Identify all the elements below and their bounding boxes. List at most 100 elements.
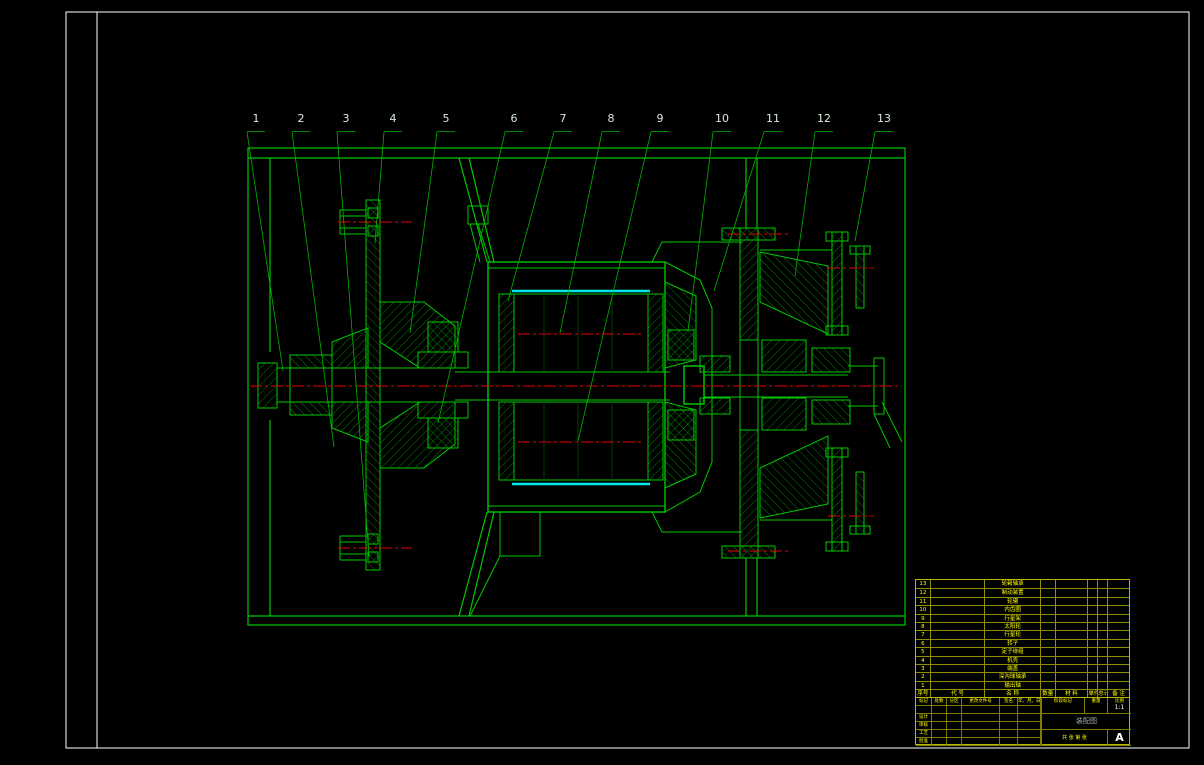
parts-cell (1097, 656, 1107, 664)
parts-cell: 8 (916, 622, 930, 630)
parts-cell (930, 597, 984, 605)
parts-cell: 定子绕组 (984, 647, 1039, 655)
parts-cell (1087, 580, 1097, 588)
parts-cell (1097, 630, 1107, 638)
parts-cell: 11 (916, 597, 930, 605)
title-block-cell (947, 730, 962, 738)
title-block-cell (1018, 738, 1041, 746)
callout-label-11: 11 (766, 113, 780, 125)
parts-cell (1097, 639, 1107, 647)
callout-label-12: 12 (817, 113, 831, 125)
title-block-cell (932, 706, 947, 714)
sheet-count-cell: 共 张 第 张 (1041, 730, 1107, 746)
title-block-cell (1000, 706, 1018, 714)
parts-cell (1107, 656, 1129, 664)
parts-cell (930, 664, 984, 672)
output-shaft (812, 348, 902, 448)
parts-cell (930, 605, 984, 613)
callout-label-9: 9 (657, 113, 664, 125)
title-block-cell: 审核 (916, 722, 932, 730)
callout-label-10: 10 (715, 113, 729, 125)
callout-label-2: 2 (298, 113, 305, 125)
parts-cell (930, 588, 984, 596)
parts-cell (930, 614, 984, 622)
parts-cell (1087, 597, 1097, 605)
parts-row: 12 制动装置 (916, 588, 1129, 596)
parts-cell (1040, 672, 1055, 680)
parts-cell (1107, 639, 1129, 647)
parts-cell (930, 639, 984, 647)
callout-label-3: 3 (343, 113, 350, 125)
callout-label-1: 1 (253, 113, 260, 125)
callout-label-4: 4 (390, 113, 397, 125)
parts-cell (1055, 647, 1088, 655)
parts-cell: 1 (916, 681, 930, 689)
parts-row: 3端盖 (916, 664, 1129, 672)
wheel-rim (826, 232, 870, 551)
parts-cell (1040, 597, 1055, 605)
callout-label-6: 6 (511, 113, 518, 125)
parts-cell: 行星架 (984, 614, 1039, 622)
parts-cell (1040, 656, 1055, 664)
motor-core (455, 262, 670, 512)
title-block-cell: 批准 (916, 738, 932, 746)
parts-cell: 太阳轮 (984, 622, 1039, 630)
parts-cell (1097, 664, 1107, 672)
parts-cell: 6 (916, 639, 930, 647)
callout-label-7: 7 (560, 113, 567, 125)
callout-label-8: 8 (608, 113, 615, 125)
callout-label-13: 13 (877, 113, 891, 125)
parts-cell (1055, 580, 1088, 588)
scale-cell: 比例 1:1 (1107, 698, 1131, 714)
title-block-cell: 工艺 (916, 730, 932, 738)
parts-cell (1097, 622, 1107, 630)
parts-cell (1055, 656, 1088, 664)
title-block-cell: 签名 (1000, 698, 1018, 706)
parts-row: 1输出轴 (916, 681, 1129, 689)
parts-cell: 深沟球轴承 (984, 672, 1039, 680)
parts-cell (1040, 664, 1055, 672)
parts-cell (1107, 664, 1129, 672)
parts-cell (1055, 597, 1088, 605)
parts-cell (1087, 605, 1097, 613)
title-block-cell (962, 706, 1000, 714)
title-block-cell (932, 730, 947, 738)
parts-cell (1055, 664, 1088, 672)
title-block-cell: 标记 (916, 698, 932, 706)
parts-cell (1097, 614, 1107, 622)
parts-cell (1055, 630, 1088, 638)
parts-cell: 10 (916, 605, 930, 613)
parts-cell (1055, 681, 1088, 689)
parts-cell: 端盖 (984, 664, 1039, 672)
parts-cell (1107, 614, 1129, 622)
sheet-size-cell: A (1107, 730, 1131, 746)
title-block-cell: 分区 (947, 698, 962, 706)
callout-label-5: 5 (443, 113, 450, 125)
parts-cell (930, 647, 984, 655)
title-block-cell (1018, 714, 1041, 722)
parts-cell: 13 (916, 580, 930, 588)
parts-cell: 机壳 (984, 656, 1039, 664)
title-block-cell (1000, 722, 1018, 730)
title-block-cell (962, 738, 1000, 746)
cad-canvas: 1 2 3 4 5 6 7 8 9 10 11 12 13 13轮毂轴承12制动… (0, 0, 1204, 765)
parts-cell (1040, 639, 1055, 647)
parts-cell: 制动装置 (984, 588, 1039, 596)
title-block-cell: 处数 (932, 698, 947, 706)
parts-cell: 9 (916, 614, 930, 622)
weight-cell: 重量 (1084, 698, 1107, 714)
parts-cell (1087, 614, 1097, 622)
parts-cell: 12 (916, 588, 930, 596)
title-block-cell (932, 714, 947, 722)
title-block-cell: 更改文件号 (962, 698, 1000, 706)
title-block-cell (947, 722, 962, 730)
parts-cell (1107, 672, 1129, 680)
parts-cell (1040, 647, 1055, 655)
parts-cell (1087, 664, 1097, 672)
parts-cell (1087, 647, 1097, 655)
title-block: 标记处数分区更改文件号签名年、月、日设计审核工艺批准 阶段标记 重量 比例 1:… (915, 697, 1130, 745)
parts-cell (1040, 630, 1055, 638)
parts-cell: 转子 (984, 639, 1039, 647)
parts-cell (1087, 656, 1097, 664)
parts-cell (930, 580, 984, 588)
